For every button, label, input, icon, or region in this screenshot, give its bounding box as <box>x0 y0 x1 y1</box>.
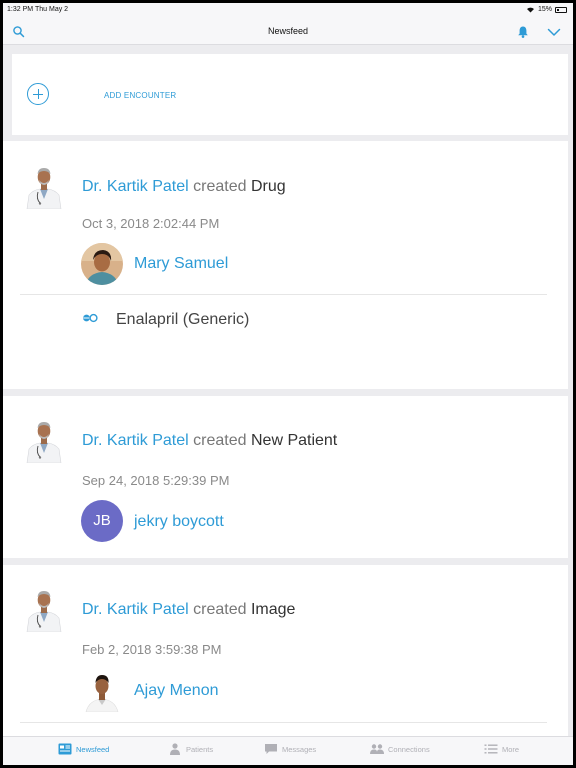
feed-headline: Dr. Kartik Patel created Image <box>82 601 295 619</box>
feed-headline: Dr. Kartik Patel created Drug <box>82 178 286 196</box>
pill-icon <box>83 313 98 323</box>
add-encounter-card[interactable]: ADD ENCOUNTER <box>12 54 568 135</box>
page-title: Newsfeed <box>267 26 309 36</box>
patient-name[interactable]: jekry boycott <box>134 513 224 531</box>
tab-more[interactable]: More <box>484 743 519 755</box>
chevron-down-icon[interactable] <box>546 24 562 40</box>
status-date: Thu May 2 <box>35 6 69 13</box>
patient-avatar[interactable] <box>81 243 123 285</box>
patient-name[interactable]: Ajay Menon <box>134 682 219 700</box>
card-divider <box>20 722 547 723</box>
doctor-avatar <box>23 417 65 463</box>
patients-icon <box>170 743 180 755</box>
battery-percent: 15% <box>537 6 552 13</box>
feed-timestamp: Feb 2, 2018 3:59:38 PM <box>82 642 222 657</box>
wifi-icon <box>526 7 534 13</box>
tab-label: Patients <box>186 744 214 754</box>
feed-card[interactable]: Dr. Kartik Patel created Image Feb 2, 20… <box>3 565 568 755</box>
tab-label: Messages <box>282 744 317 754</box>
plus-circle-icon[interactable] <box>27 83 49 105</box>
feed-timestamp: Oct 3, 2018 2:02:44 PM <box>82 216 220 231</box>
feed-timestamp: Sep 24, 2018 5:29:39 PM <box>82 473 230 488</box>
feed-object: Image <box>250 601 296 618</box>
feed-card[interactable]: Dr. Kartik Patel created New Patient Sep… <box>3 396 568 558</box>
tab-label: Connections <box>388 744 430 754</box>
feed-object: New Patient <box>250 432 338 449</box>
feed-verb: created <box>193 601 247 618</box>
tab-label: More <box>502 744 520 754</box>
bell-icon[interactable] <box>515 24 531 40</box>
tab-label: Newsfeed <box>76 744 110 754</box>
nav-bar: Newsfeed <box>3 19 573 45</box>
feed-headline: Dr. Kartik Patel created New Patient <box>82 432 337 450</box>
status-bar: 1:32 PM Thu May 2 15% <box>3 3 573 19</box>
connections-icon <box>370 744 384 754</box>
add-encounter-button[interactable]: ADD ENCOUNTER <box>104 91 176 100</box>
author-link[interactable]: Dr. Kartik Patel <box>82 601 189 618</box>
author-link[interactable]: Dr. Kartik Patel <box>82 432 189 449</box>
drug-name: Enalapril (Generic) <box>116 311 250 328</box>
battery-icon <box>555 6 567 13</box>
feed-verb: created <box>193 432 247 449</box>
doctor-avatar <box>23 586 65 632</box>
feed-object: Drug <box>250 178 286 195</box>
newsfeed-icon <box>58 743 72 755</box>
tab-patients[interactable]: Patients <box>168 743 213 755</box>
patient-initials-avatar[interactable]: JB <box>81 500 123 542</box>
author-link[interactable]: Dr. Kartik Patel <box>82 178 189 195</box>
patient-name[interactable]: Mary Samuel <box>134 255 228 273</box>
status-time: 1:32 PM <box>7 6 34 13</box>
patient-avatar[interactable] <box>81 670 123 712</box>
messages-icon <box>265 744 277 754</box>
status-right: 15% <box>526 6 567 13</box>
feed-card[interactable]: Dr. Kartik Patel created Drug Oct 3, 201… <box>3 141 568 389</box>
screen: 1:32 PM Thu May 2 15% Newsfeed ADD ENCOU… <box>3 3 573 765</box>
feed-verb: created <box>193 178 247 195</box>
card-divider <box>20 294 547 295</box>
tab-connections[interactable]: Connections <box>370 743 430 755</box>
tab-bar: Newsfeed Patients Messages Connections M… <box>3 736 573 765</box>
tab-messages[interactable]: Messages <box>264 743 316 755</box>
doctor-avatar <box>23 163 65 209</box>
more-list-icon <box>484 744 498 754</box>
tab-newsfeed[interactable]: Newsfeed <box>58 743 109 755</box>
